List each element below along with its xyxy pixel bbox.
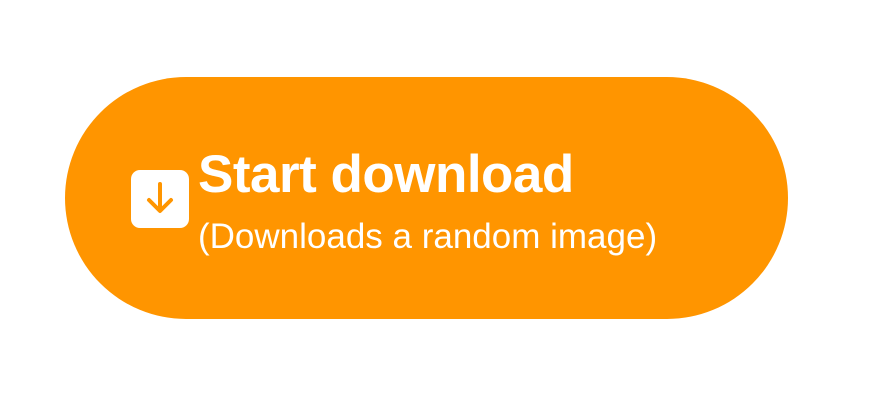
button-title: Start download [198, 145, 574, 204]
button-subtitle: (Downloads a random image) [198, 217, 658, 256]
download-arrow-icon [131, 170, 189, 228]
start-download-button[interactable]: Start download (Downloads a random image… [65, 77, 788, 319]
